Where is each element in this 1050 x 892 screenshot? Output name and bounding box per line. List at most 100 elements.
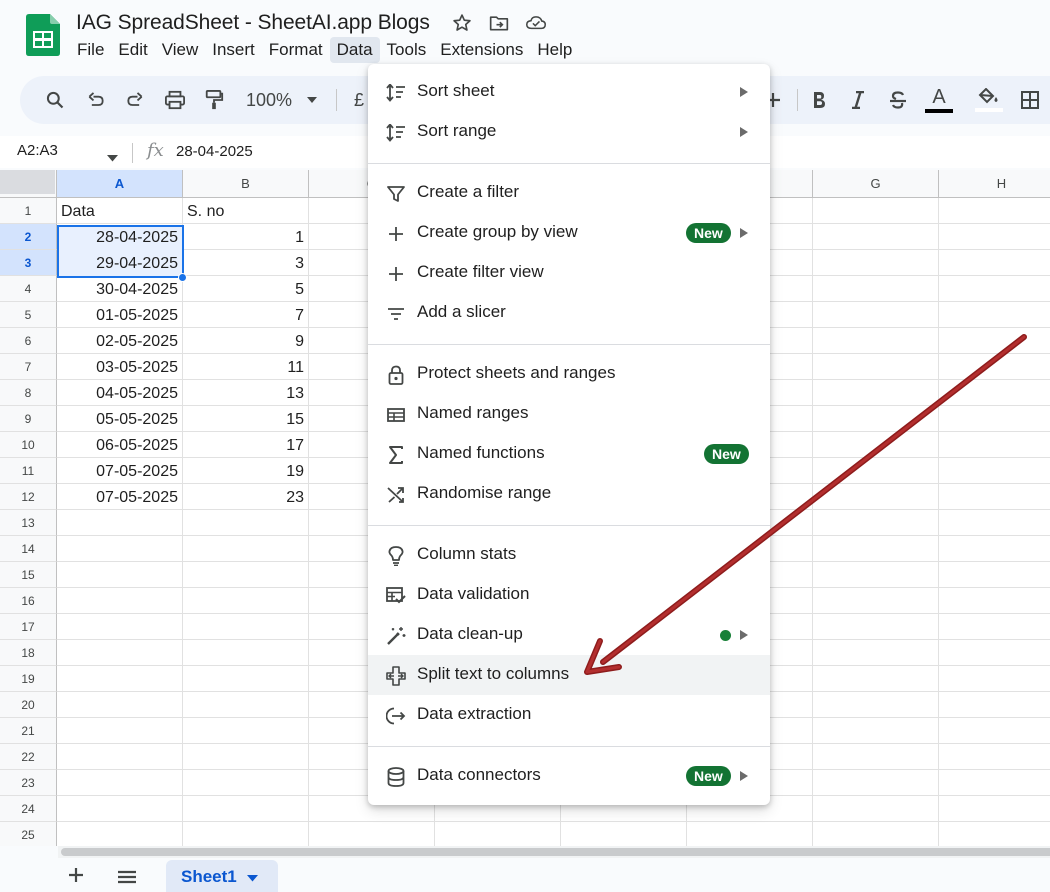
fill-handle[interactable] [178, 273, 187, 282]
row-header-22[interactable]: 22 [0, 744, 57, 770]
row-header-1[interactable]: 1 [0, 198, 57, 224]
menu-item-named-functions[interactable]: Named functions New [368, 434, 770, 474]
add-sheet-icon[interactable] [67, 866, 85, 886]
cloud-saved-icon[interactable] [525, 13, 546, 33]
menu-item-create-filter-view[interactable]: Create filter view [368, 253, 770, 293]
column-header-b[interactable]: B [183, 170, 309, 198]
all-sheets-menu-icon[interactable] [117, 870, 137, 889]
formula-input[interactable]: 28-04-2025 [176, 143, 253, 160]
strikethrough-icon[interactable] [886, 87, 910, 113]
undo-icon[interactable] [84, 87, 108, 113]
menu-file[interactable]: File [70, 37, 111, 63]
menu-item-column-stats[interactable]: Column stats [368, 535, 770, 575]
row-header-11[interactable]: 11 [0, 458, 57, 484]
row-header-5[interactable]: 5 [0, 302, 57, 328]
menu-help[interactable]: Help [530, 37, 579, 63]
menu-item-protect-sheets-and-ranges[interactable]: Protect sheets and ranges [368, 354, 770, 394]
menu-format[interactable]: Format [262, 37, 330, 63]
cell-b6[interactable]: 9 [183, 328, 308, 354]
cell-a8[interactable]: 04-05-2025 [57, 380, 182, 406]
italic-icon[interactable] [846, 87, 870, 113]
cell-b10[interactable]: 17 [183, 432, 308, 458]
currency-format-button[interactable]: £ [352, 87, 366, 113]
cell-a7[interactable]: 03-05-2025 [57, 354, 182, 380]
borders-icon[interactable] [1018, 87, 1042, 113]
row-header-16[interactable]: 16 [0, 588, 57, 614]
row-header-3[interactable]: 3 [0, 250, 57, 276]
row-header-13[interactable]: 13 [0, 510, 57, 536]
select-all-corner[interactable] [0, 170, 57, 198]
column-header-a[interactable]: A [57, 170, 183, 198]
row-header-19[interactable]: 19 [0, 666, 57, 692]
star-icon[interactable] [452, 13, 472, 33]
search-menus-icon[interactable] [43, 87, 67, 113]
cell-a4[interactable]: 30-04-2025 [57, 276, 182, 302]
row-header-21[interactable]: 21 [0, 718, 57, 744]
menu-item-randomise-range[interactable]: Randomise range [368, 474, 770, 514]
menu-item-data-clean-up[interactable]: Data clean-up [368, 615, 770, 655]
scrollbar-thumb[interactable] [61, 848, 1050, 856]
move-folder-icon[interactable] [489, 13, 509, 33]
cell-a5[interactable]: 01-05-2025 [57, 302, 182, 328]
cell-b8[interactable]: 13 [183, 380, 308, 406]
cell-b1[interactable]: S. no [183, 198, 308, 224]
cell-a1[interactable]: Data [57, 198, 182, 224]
print-icon[interactable] [163, 87, 187, 113]
zoom-chevron-down-icon[interactable] [305, 87, 319, 113]
menu-extensions[interactable]: Extensions [433, 37, 530, 63]
menu-insert[interactable]: Insert [205, 37, 262, 63]
row-header-10[interactable]: 10 [0, 432, 57, 458]
row-header-14[interactable]: 14 [0, 536, 57, 562]
row-header-7[interactable]: 7 [0, 354, 57, 380]
horizontal-scrollbar[interactable] [58, 846, 1050, 858]
cell-b7[interactable]: 11 [183, 354, 308, 380]
menu-item-create-a-filter[interactable]: Create a filter [368, 173, 770, 213]
row-header-24[interactable]: 24 [0, 796, 57, 822]
menu-item-split-text-to-columns[interactable]: Split text to columns [368, 655, 770, 695]
column-header-g[interactable]: G [813, 170, 939, 198]
cell-a6[interactable]: 02-05-2025 [57, 328, 182, 354]
menu-item-data-connectors[interactable]: Data connectors New [368, 756, 770, 796]
cell-b9[interactable]: 15 [183, 406, 308, 432]
fill-color-icon[interactable] [974, 87, 1004, 113]
menu-item-data-validation[interactable]: Data validation [368, 575, 770, 615]
sheets-logo-icon[interactable] [26, 14, 60, 56]
row-header-6[interactable]: 6 [0, 328, 57, 354]
paint-format-icon[interactable] [202, 87, 226, 113]
menu-tools[interactable]: Tools [380, 37, 434, 63]
frozen-row-handle[interactable] [0, 170, 55, 194]
menu-item-create-group-by-view[interactable]: Create group by view New [368, 213, 770, 253]
row-header-9[interactable]: 9 [0, 406, 57, 432]
document-title[interactable]: IAG SpreadSheet - SheetAI.app Blogs [76, 11, 430, 35]
menu-view[interactable]: View [155, 37, 206, 63]
cell-b5[interactable]: 7 [183, 302, 308, 328]
menu-edit[interactable]: Edit [111, 37, 154, 63]
column-header-h[interactable]: H [939, 170, 1050, 198]
zoom-select[interactable]: 100% [243, 87, 295, 113]
menu-item-named-ranges[interactable]: Named ranges [368, 394, 770, 434]
redo-icon[interactable] [123, 87, 147, 113]
row-header-2[interactable]: 2 [0, 224, 57, 250]
row-header-8[interactable]: 8 [0, 380, 57, 406]
cell-b3[interactable]: 3 [183, 250, 308, 276]
bold-icon[interactable] [807, 87, 831, 113]
menu-item-sort-sheet[interactable]: Sort sheet [368, 72, 770, 112]
cell-a10[interactable]: 06-05-2025 [57, 432, 182, 458]
row-header-15[interactable]: 15 [0, 562, 57, 588]
menu-data[interactable]: Data [329, 37, 380, 63]
sheet-tab-sheet1[interactable]: Sheet1 [166, 860, 278, 892]
menu-item-add-a-slicer[interactable]: Add a slicer [368, 293, 770, 333]
cell-a12[interactable]: 07-05-2025 [57, 484, 182, 510]
cell-b2[interactable]: 1 [183, 224, 308, 250]
menu-item-data-extraction[interactable]: Data extraction [368, 695, 770, 735]
row-header-12[interactable]: 12 [0, 484, 57, 510]
cell-a11[interactable]: 07-05-2025 [57, 458, 182, 484]
sheet-tab-chevron-down-icon[interactable] [246, 869, 258, 887]
name-box-chevron-down-icon[interactable] [107, 149, 118, 167]
text-color-button[interactable]: A [924, 87, 954, 113]
row-header-20[interactable]: 20 [0, 692, 57, 718]
row-header-18[interactable]: 18 [0, 640, 57, 666]
row-header-25[interactable]: 25 [0, 822, 57, 846]
menu-item-sort-range[interactable]: Sort range [368, 112, 770, 152]
cell-a9[interactable]: 05-05-2025 [57, 406, 182, 432]
